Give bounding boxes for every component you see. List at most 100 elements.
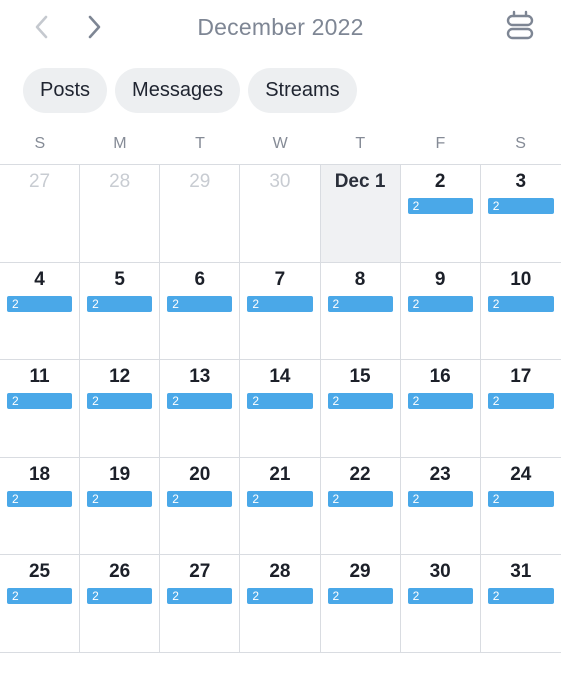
day-number: 27 <box>189 561 211 583</box>
day-cell[interactable]: 22 2 <box>320 457 401 556</box>
event-count-badge[interactable]: 2 <box>407 198 473 214</box>
day-cell[interactable]: 25 2 <box>0 555 81 653</box>
event-count-badge[interactable]: 2 <box>7 490 73 507</box>
event-count-badge[interactable]: 2 <box>407 588 473 605</box>
day-cell[interactable]: 31 2 <box>480 555 561 653</box>
event-count-badge[interactable]: 2 <box>487 295 554 312</box>
day-number: 23 <box>429 463 451 485</box>
day-cell[interactable]: 13 2 <box>160 360 241 458</box>
event-count-badge[interactable]: 2 <box>247 490 313 507</box>
event-count-badge[interactable]: 2 <box>407 393 473 410</box>
day-number: 9 <box>434 268 446 290</box>
day-cell[interactable]: 14 2 <box>240 360 321 458</box>
day-cell[interactable]: 28 2 <box>240 555 321 653</box>
weekday-label: W <box>272 135 289 152</box>
day-cell[interactable]: 27 <box>0 165 81 263</box>
day-number: 30 <box>269 171 291 192</box>
event-count-badge[interactable]: 2 <box>327 295 393 312</box>
day-cell[interactable]: 42 <box>0 262 81 361</box>
day-number: 29 <box>349 561 371 583</box>
day-cell[interactable]: 19 2 <box>80 457 161 556</box>
day-number: 17 <box>510 366 532 388</box>
event-count-badge[interactable]: 2 <box>247 393 313 410</box>
day-number: 27 <box>28 171 51 192</box>
filter-streams-chip[interactable]: Streams <box>248 68 357 113</box>
event-count-badge[interactable]: 2 <box>407 295 473 312</box>
day-number: 25 <box>28 561 51 583</box>
day-cell[interactable]: 15 2 <box>320 360 401 458</box>
event-count-badge[interactable]: 2 <box>247 295 313 312</box>
day-number: 11 <box>29 366 50 388</box>
event-count-badge[interactable]: 2 <box>247 588 313 605</box>
day-cell[interactable]: 17 2 <box>480 360 561 458</box>
day-number: Dec 1 <box>334 171 386 192</box>
event-count-badge[interactable]: 2 <box>87 490 153 507</box>
event-count-badge[interactable]: 2 <box>167 490 233 507</box>
weekday-label: S <box>34 135 46 152</box>
day-cell[interactable]: 29 <box>160 165 241 263</box>
event-count-badge[interactable]: 2 <box>327 588 393 605</box>
weekday-label: T <box>195 135 206 152</box>
event-count-badge[interactable]: 2 <box>87 588 153 605</box>
filter-chips: Posts Messages Streams <box>23 68 357 113</box>
day-cell[interactable]: 62 <box>160 262 241 361</box>
weekday-label: T <box>355 135 366 152</box>
day-number: 12 <box>109 366 131 388</box>
day-cell[interactable]: 21 2 <box>240 457 321 556</box>
calendar-view-icon[interactable] <box>503 10 537 44</box>
day-number: 28 <box>269 561 291 583</box>
day-number: 20 <box>189 463 211 485</box>
event-count-badge[interactable]: 2 <box>7 588 73 605</box>
event-count-badge[interactable]: 2 <box>407 490 473 507</box>
day-cell[interactable]: 28 <box>80 165 161 263</box>
weekday-label: S <box>515 135 527 152</box>
day-number: 18 <box>28 463 51 485</box>
event-count-badge[interactable]: 2 <box>7 295 73 312</box>
day-cell[interactable]: 27 2 <box>160 555 241 653</box>
day-cell[interactable]: 22 <box>400 165 481 263</box>
weekday-header: S M T W T F S <box>0 135 561 153</box>
filter-messages-chip[interactable]: Messages <box>115 68 241 113</box>
event-count-badge[interactable]: 2 <box>7 393 73 410</box>
day-cell[interactable]: 92 <box>400 262 481 361</box>
day-cell[interactable]: 26 2 <box>80 555 161 653</box>
day-cell[interactable]: 72 <box>240 262 321 361</box>
event-count-badge[interactable]: 2 <box>327 490 393 507</box>
day-cell[interactable]: 10 2 <box>480 263 561 361</box>
day-number: 4 <box>34 268 45 290</box>
calendar-grid: 27 28 29 30 Dec 1 2 2 3 2 4 2 5 2 6 2 7 2 8 2 9 2 10 2 11 2 12 2 13… <box>0 164 561 653</box>
event-count-badge[interactable]: 2 <box>487 393 554 410</box>
day-number: 3 <box>515 171 527 192</box>
day-number: 6 <box>194 268 206 290</box>
day-number: 7 <box>274 268 286 290</box>
day-number: 5 <box>114 268 125 290</box>
day-cell[interactable]: 16 2 <box>400 360 481 458</box>
day-cell[interactable]: 32 <box>480 165 561 263</box>
event-count-badge[interactable]: 2 <box>327 393 393 410</box>
day-cell-today[interactable]: Dec 1 <box>320 165 401 263</box>
day-cell[interactable]: 20 2 <box>160 457 241 556</box>
day-cell[interactable]: 29 2 <box>320 555 401 653</box>
day-number: 16 <box>429 366 451 388</box>
day-cell[interactable]: 30 <box>240 165 321 263</box>
day-cell[interactable]: 52 <box>80 262 161 361</box>
event-count-badge[interactable]: 2 <box>487 198 554 214</box>
day-cell[interactable]: 30 2 <box>400 555 481 653</box>
event-count-badge[interactable]: 2 <box>167 295 233 312</box>
day-number: 10 <box>510 268 532 290</box>
event-count-badge[interactable]: 2 <box>87 393 153 410</box>
event-count-badge[interactable]: 2 <box>487 588 554 605</box>
event-count-badge[interactable]: 2 <box>87 295 153 312</box>
day-cell[interactable]: 82 <box>320 262 401 361</box>
day-cell[interactable]: 11 2 <box>0 360 81 458</box>
day-cell[interactable]: 12 2 <box>80 360 161 458</box>
day-cell[interactable]: 18 2 <box>0 457 81 556</box>
event-count-badge[interactable]: 2 <box>167 588 233 605</box>
filter-posts-chip[interactable]: Posts <box>23 68 108 113</box>
day-cell[interactable]: 24 2 <box>480 458 561 556</box>
event-count-badge[interactable]: 2 <box>487 490 554 507</box>
day-number: 13 <box>189 366 211 388</box>
event-count-badge[interactable]: 2 <box>167 393 233 410</box>
day-cell[interactable]: 23 2 <box>400 457 481 556</box>
day-number: 19 <box>109 463 131 485</box>
